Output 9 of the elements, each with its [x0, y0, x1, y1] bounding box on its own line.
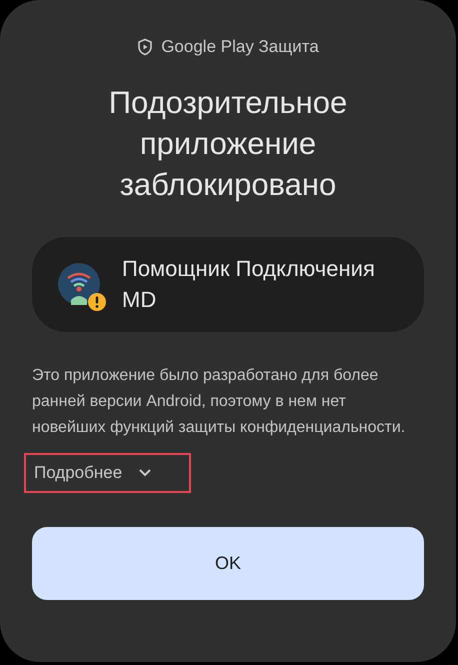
- ok-button[interactable]: OK: [32, 526, 424, 600]
- app-name: Помощник Подключения MD: [122, 255, 376, 314]
- chevron-icon: [138, 468, 152, 477]
- header-label: Google Play Защита: [161, 36, 319, 58]
- shield-play-icon: [137, 38, 154, 56]
- description: Это приложение было разработано для более ранней версии Android, поэтому в нем нет новейших функций защиты конфиденциальности.: [32, 366, 406, 438]
- app-icon: [58, 263, 100, 305]
- details-link[interactable]: Подробнее: [24, 452, 191, 492]
- dialog-title: Подозрительное приложение заблокировано: [108, 84, 348, 204]
